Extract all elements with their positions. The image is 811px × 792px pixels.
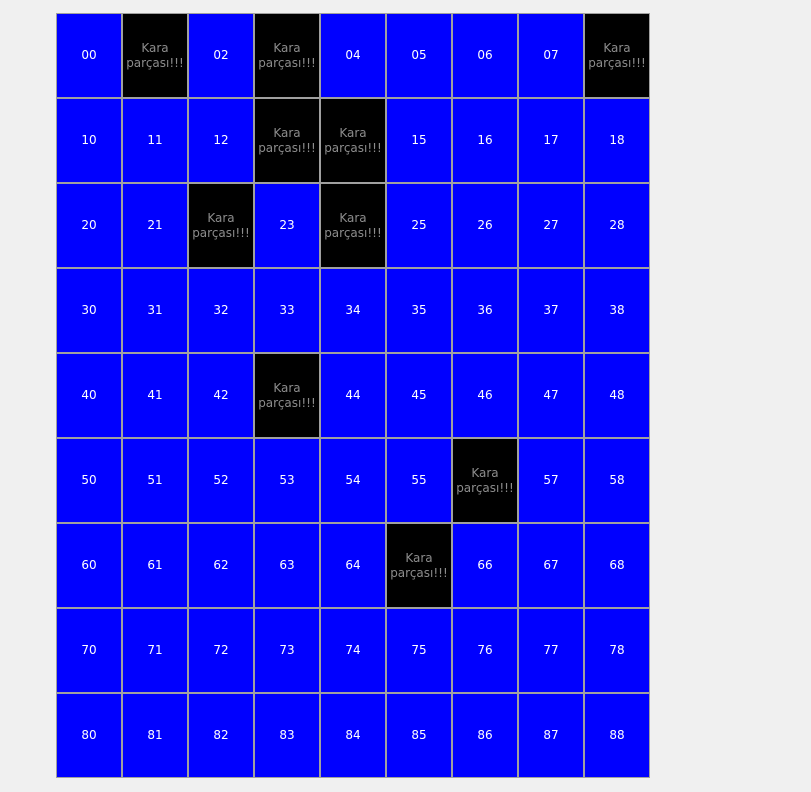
land-cell-13[interactable]: Kara parçası!!!	[254, 98, 320, 183]
water-cell-44[interactable]: 44	[320, 353, 386, 438]
water-cell-45[interactable]: 45	[386, 353, 452, 438]
water-cell-53[interactable]: 53	[254, 438, 320, 523]
water-cell-82[interactable]: 82	[188, 693, 254, 778]
water-cell-47[interactable]: 47	[518, 353, 584, 438]
water-cell-23[interactable]: 23	[254, 183, 320, 268]
water-cell-27[interactable]: 27	[518, 183, 584, 268]
water-cell-15[interactable]: 15	[386, 98, 452, 183]
water-cell-67[interactable]: 67	[518, 523, 584, 608]
water-cell-00[interactable]: 00	[56, 13, 122, 98]
water-cell-04[interactable]: 04	[320, 13, 386, 98]
water-cell-11[interactable]: 11	[122, 98, 188, 183]
water-cell-17[interactable]: 17	[518, 98, 584, 183]
board-grid: 00 Kara parçası!!! 02 Kara parçası!!! 04 05 06…	[56, 13, 650, 778]
water-cell-05[interactable]: 05	[386, 13, 452, 98]
water-cell-80[interactable]: 80	[56, 693, 122, 778]
water-cell-28[interactable]: 28	[584, 183, 650, 268]
water-cell-55[interactable]: 55	[386, 438, 452, 523]
water-cell-33[interactable]: 33	[254, 268, 320, 353]
water-cell-70[interactable]: 70	[56, 608, 122, 693]
water-cell-77[interactable]: 77	[518, 608, 584, 693]
water-cell-61[interactable]: 61	[122, 523, 188, 608]
water-cell-72[interactable]: 72	[188, 608, 254, 693]
land-cell-01[interactable]: Kara parçası!!!	[122, 13, 188, 98]
water-cell-73[interactable]: 73	[254, 608, 320, 693]
water-cell-18[interactable]: 18	[584, 98, 650, 183]
water-cell-37[interactable]: 37	[518, 268, 584, 353]
land-cell-03[interactable]: Kara parçası!!!	[254, 13, 320, 98]
water-cell-48[interactable]: 48	[584, 353, 650, 438]
water-cell-38[interactable]: 38	[584, 268, 650, 353]
land-cell-14[interactable]: Kara parçası!!!	[320, 98, 386, 183]
water-cell-62[interactable]: 62	[188, 523, 254, 608]
water-cell-42[interactable]: 42	[188, 353, 254, 438]
water-cell-78[interactable]: 78	[584, 608, 650, 693]
land-cell-08[interactable]: Kara parçası!!!	[584, 13, 650, 98]
water-cell-40[interactable]: 40	[56, 353, 122, 438]
water-cell-54[interactable]: 54	[320, 438, 386, 523]
water-cell-74[interactable]: 74	[320, 608, 386, 693]
water-cell-32[interactable]: 32	[188, 268, 254, 353]
water-cell-26[interactable]: 26	[452, 183, 518, 268]
water-cell-21[interactable]: 21	[122, 183, 188, 268]
water-cell-31[interactable]: 31	[122, 268, 188, 353]
land-cell-56[interactable]: Kara parçası!!!	[452, 438, 518, 523]
water-cell-10[interactable]: 10	[56, 98, 122, 183]
land-cell-24[interactable]: Kara parçası!!!	[320, 183, 386, 268]
water-cell-20[interactable]: 20	[56, 183, 122, 268]
water-cell-07[interactable]: 07	[518, 13, 584, 98]
water-cell-12[interactable]: 12	[188, 98, 254, 183]
water-cell-76[interactable]: 76	[452, 608, 518, 693]
water-cell-41[interactable]: 41	[122, 353, 188, 438]
water-cell-51[interactable]: 51	[122, 438, 188, 523]
water-cell-63[interactable]: 63	[254, 523, 320, 608]
water-cell-83[interactable]: 83	[254, 693, 320, 778]
water-cell-88[interactable]: 88	[584, 693, 650, 778]
water-cell-16[interactable]: 16	[452, 98, 518, 183]
water-cell-35[interactable]: 35	[386, 268, 452, 353]
land-cell-43[interactable]: Kara parçası!!!	[254, 353, 320, 438]
water-cell-57[interactable]: 57	[518, 438, 584, 523]
water-cell-36[interactable]: 36	[452, 268, 518, 353]
water-cell-34[interactable]: 34	[320, 268, 386, 353]
water-cell-81[interactable]: 81	[122, 693, 188, 778]
water-cell-02[interactable]: 02	[188, 13, 254, 98]
land-cell-22[interactable]: Kara parçası!!!	[188, 183, 254, 268]
water-cell-52[interactable]: 52	[188, 438, 254, 523]
water-cell-58[interactable]: 58	[584, 438, 650, 523]
water-cell-86[interactable]: 86	[452, 693, 518, 778]
water-cell-85[interactable]: 85	[386, 693, 452, 778]
land-cell-65[interactable]: Kara parçası!!!	[386, 523, 452, 608]
water-cell-64[interactable]: 64	[320, 523, 386, 608]
water-cell-50[interactable]: 50	[56, 438, 122, 523]
water-cell-75[interactable]: 75	[386, 608, 452, 693]
water-cell-84[interactable]: 84	[320, 693, 386, 778]
water-cell-46[interactable]: 46	[452, 353, 518, 438]
water-cell-30[interactable]: 30	[56, 268, 122, 353]
water-cell-87[interactable]: 87	[518, 693, 584, 778]
water-cell-25[interactable]: 25	[386, 183, 452, 268]
water-cell-71[interactable]: 71	[122, 608, 188, 693]
water-cell-60[interactable]: 60	[56, 523, 122, 608]
water-cell-68[interactable]: 68	[584, 523, 650, 608]
water-cell-66[interactable]: 66	[452, 523, 518, 608]
water-cell-06[interactable]: 06	[452, 13, 518, 98]
